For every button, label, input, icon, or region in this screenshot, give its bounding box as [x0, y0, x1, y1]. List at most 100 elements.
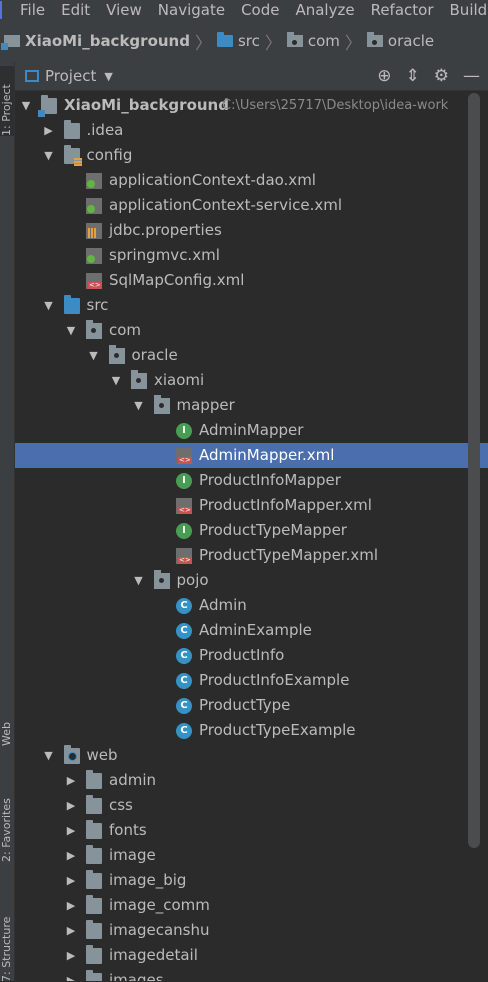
expand-arrow-icon[interactable]: ▼ [65, 318, 77, 343]
menu-bar: File Edit View Navigate Code Analyze Ref… [0, 0, 488, 20]
tree-item[interactable]: ▼ XiaoMi_background C:\Users\25717\Desktop… [15, 93, 488, 118]
tool-tab-web[interactable]: Web [0, 710, 14, 746]
tool-tab-favorites[interactable]: 2: Favorites [0, 782, 14, 862]
collapse-arrow-icon[interactable]: ▶ [65, 818, 77, 843]
collapse-arrow-icon[interactable]: ▶ [65, 793, 77, 818]
folder-icon [86, 870, 102, 889]
settings-gear-icon[interactable]: ⚙ [434, 66, 449, 86]
tree-item[interactable]: jdbc.properties [15, 218, 488, 243]
tree-item[interactable]: ▼ config [15, 143, 488, 168]
tree-item-label: AdminMapper.xml [199, 446, 335, 464]
breadcrumb-src[interactable]: src [238, 32, 260, 50]
tree-item-label: Admin [199, 596, 247, 614]
expand-arrow-icon[interactable]: ▼ [133, 393, 145, 418]
tree-item[interactable]: ▶ images [15, 968, 488, 981]
expand-arrow-icon[interactable]: ▼ [43, 743, 55, 768]
tree-item[interactable]: ▶ .idea [15, 118, 488, 143]
tree-item[interactable]: I ProductInfoMapper [15, 468, 488, 493]
tree-scrollbar[interactable] [468, 93, 480, 848]
folder-icon [86, 845, 102, 864]
tree-item[interactable]: ▼ src [15, 293, 488, 318]
tree-item-label: ProductType [199, 696, 291, 714]
collapse-arrow-icon[interactable]: ▶ [65, 918, 77, 943]
collapse-arrow-icon[interactable]: ▶ [65, 843, 77, 868]
tree-item[interactable]: ▼ mapper [15, 393, 488, 418]
tree-item[interactable]: applicationContext-dao.xml [15, 168, 488, 193]
breadcrumb-oracle[interactable]: oracle [388, 32, 434, 50]
tree-item[interactable]: applicationContext-service.xml [15, 193, 488, 218]
tree-item[interactable]: C ProductType [15, 693, 488, 718]
view-dropdown-icon[interactable]: ▼ [104, 70, 112, 83]
spring-xml-icon [86, 248, 102, 264]
tree-item-label: imagedetail [109, 946, 198, 964]
tree-item[interactable]: C AdminExample [15, 618, 488, 643]
tree-item[interactable]: ▶ image_comm [15, 893, 488, 918]
collapse-all-icon[interactable]: ⇕ [406, 66, 420, 86]
expand-arrow-icon[interactable]: ▼ [110, 368, 122, 393]
class-icon: C [176, 698, 192, 714]
tree-item[interactable]: ▼ com [15, 318, 488, 343]
tree-item[interactable]: ▶ admin [15, 768, 488, 793]
menu-edit[interactable]: Edit [61, 1, 90, 19]
tool-tab-project[interactable]: 1: Project [0, 66, 14, 136]
tree-item-label: jdbc.properties [109, 221, 222, 239]
tree-item[interactable]: ProductInfoMapper.xml [15, 493, 488, 518]
expand-arrow-icon[interactable]: ▼ [43, 143, 55, 168]
collapse-arrow-icon[interactable]: ▶ [65, 943, 77, 968]
breadcrumb-com[interactable]: com [308, 32, 340, 50]
menu-navigate[interactable]: Navigate [158, 1, 225, 19]
expand-arrow-icon[interactable]: ▼ [20, 93, 32, 118]
tree-item-label: ProductInfo [199, 646, 285, 664]
tree-item[interactable]: ▶ imagedetail [15, 943, 488, 968]
tree-item-label: applicationContext-service.xml [109, 196, 343, 214]
collapse-arrow-icon[interactable]: ▶ [65, 968, 77, 981]
tree-item[interactable]: ▼ pojo [15, 568, 488, 593]
properties-file-icon [86, 223, 102, 239]
tree-item[interactable]: ▼ xiaomi [15, 368, 488, 393]
collapse-arrow-icon[interactable]: ▶ [65, 893, 77, 918]
expand-arrow-icon[interactable]: ▼ [88, 343, 100, 368]
collapse-arrow-icon[interactable]: ▶ [65, 868, 77, 893]
tree-item[interactable]: C ProductInfoExample [15, 668, 488, 693]
menu-file[interactable]: File [20, 1, 45, 19]
tree-item[interactable]: ▶ image_big [15, 868, 488, 893]
spring-xml-icon [86, 198, 102, 214]
tree-item[interactable]: I AdminMapper [15, 418, 488, 443]
collapse-arrow-icon[interactable]: ▶ [65, 768, 77, 793]
expand-arrow-icon[interactable]: ▼ [43, 293, 55, 318]
tree-item[interactable]: ▶ image [15, 843, 488, 868]
menu-refactor[interactable]: Refactor [371, 1, 434, 19]
package-icon [366, 32, 383, 47]
tree-item[interactable]: ▼ oracle [15, 343, 488, 368]
hide-panel-icon[interactable]: — [463, 66, 480, 86]
tree-item[interactable]: ▶ css [15, 793, 488, 818]
breadcrumb: XiaoMi_background 〉 src 〉 com 〉 oracle [0, 20, 488, 63]
menu-analyze[interactable]: Analyze [295, 1, 354, 19]
menu-code[interactable]: Code [241, 1, 279, 19]
expand-arrow-icon[interactable]: ▼ [133, 568, 145, 593]
tree-item[interactable]: ▶ imagecanshu [15, 918, 488, 943]
tree-item[interactable]: AdminMapper.xml [15, 443, 488, 468]
folder-icon [86, 820, 102, 839]
tree-item[interactable]: ProductTypeMapper.xml [15, 543, 488, 568]
tree-item[interactable]: I ProductTypeMapper [15, 518, 488, 543]
class-icon: C [176, 598, 192, 614]
tree-item[interactable]: C ProductTypeExample [15, 718, 488, 743]
tool-tab-structure[interactable]: 7: Structure [0, 902, 14, 982]
tree-item[interactable]: C ProductInfo [15, 643, 488, 668]
tree-item[interactable]: springmvc.xml [15, 243, 488, 268]
project-view-icon [25, 70, 39, 82]
tree-item-label: AdminExample [199, 621, 312, 639]
tree-item[interactable]: SqlMapConfig.xml [15, 268, 488, 293]
menu-view[interactable]: View [106, 1, 142, 19]
breadcrumb-project[interactable]: XiaoMi_background [25, 32, 190, 50]
tree-item[interactable]: C Admin [15, 593, 488, 618]
tree-item[interactable]: ▶ fonts [15, 818, 488, 843]
tree-item-label: oracle [131, 346, 178, 364]
locate-icon[interactable]: ⊕ [377, 66, 391, 86]
panel-title[interactable]: Project [45, 67, 96, 85]
collapse-arrow-icon[interactable]: ▶ [43, 118, 55, 143]
tree-item-label: xiaomi [154, 371, 205, 389]
tree-item[interactable]: ▼ web [15, 743, 488, 768]
menu-build[interactable]: Build [450, 1, 488, 19]
